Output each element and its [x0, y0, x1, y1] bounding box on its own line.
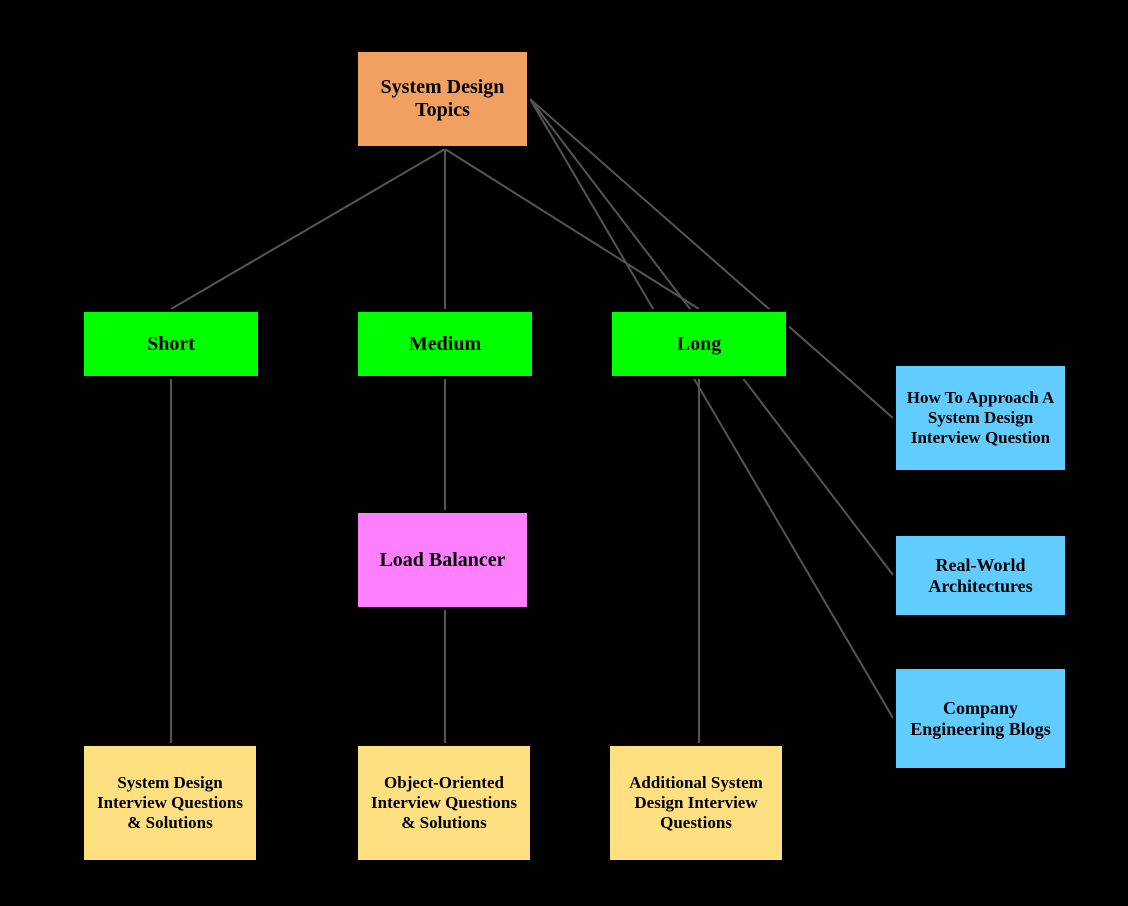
oo-interview-questions-node[interactable]: Object-Oriented Interview Questions & So… [355, 743, 533, 863]
load-balancer-node[interactable]: Load Balancer [355, 510, 530, 610]
additional-sd-questions-node[interactable]: Additional System Design Interview Quest… [607, 743, 785, 863]
how-to-approach-node[interactable]: How To Approach A System Design Intervie… [893, 363, 1068, 473]
sd-interview-questions-node[interactable]: System Design Interview Questions & Solu… [81, 743, 259, 863]
real-world-architectures-node[interactable]: Real-World Architectures [893, 533, 1068, 618]
company-engineering-blogs-node[interactable]: Company Engineering Blogs [893, 666, 1068, 771]
short-node[interactable]: Short [81, 309, 261, 379]
medium-node[interactable]: Medium [355, 309, 535, 379]
long-node[interactable]: Long [609, 309, 789, 379]
system-design-topics-node[interactable]: System Design Topics [355, 49, 530, 149]
